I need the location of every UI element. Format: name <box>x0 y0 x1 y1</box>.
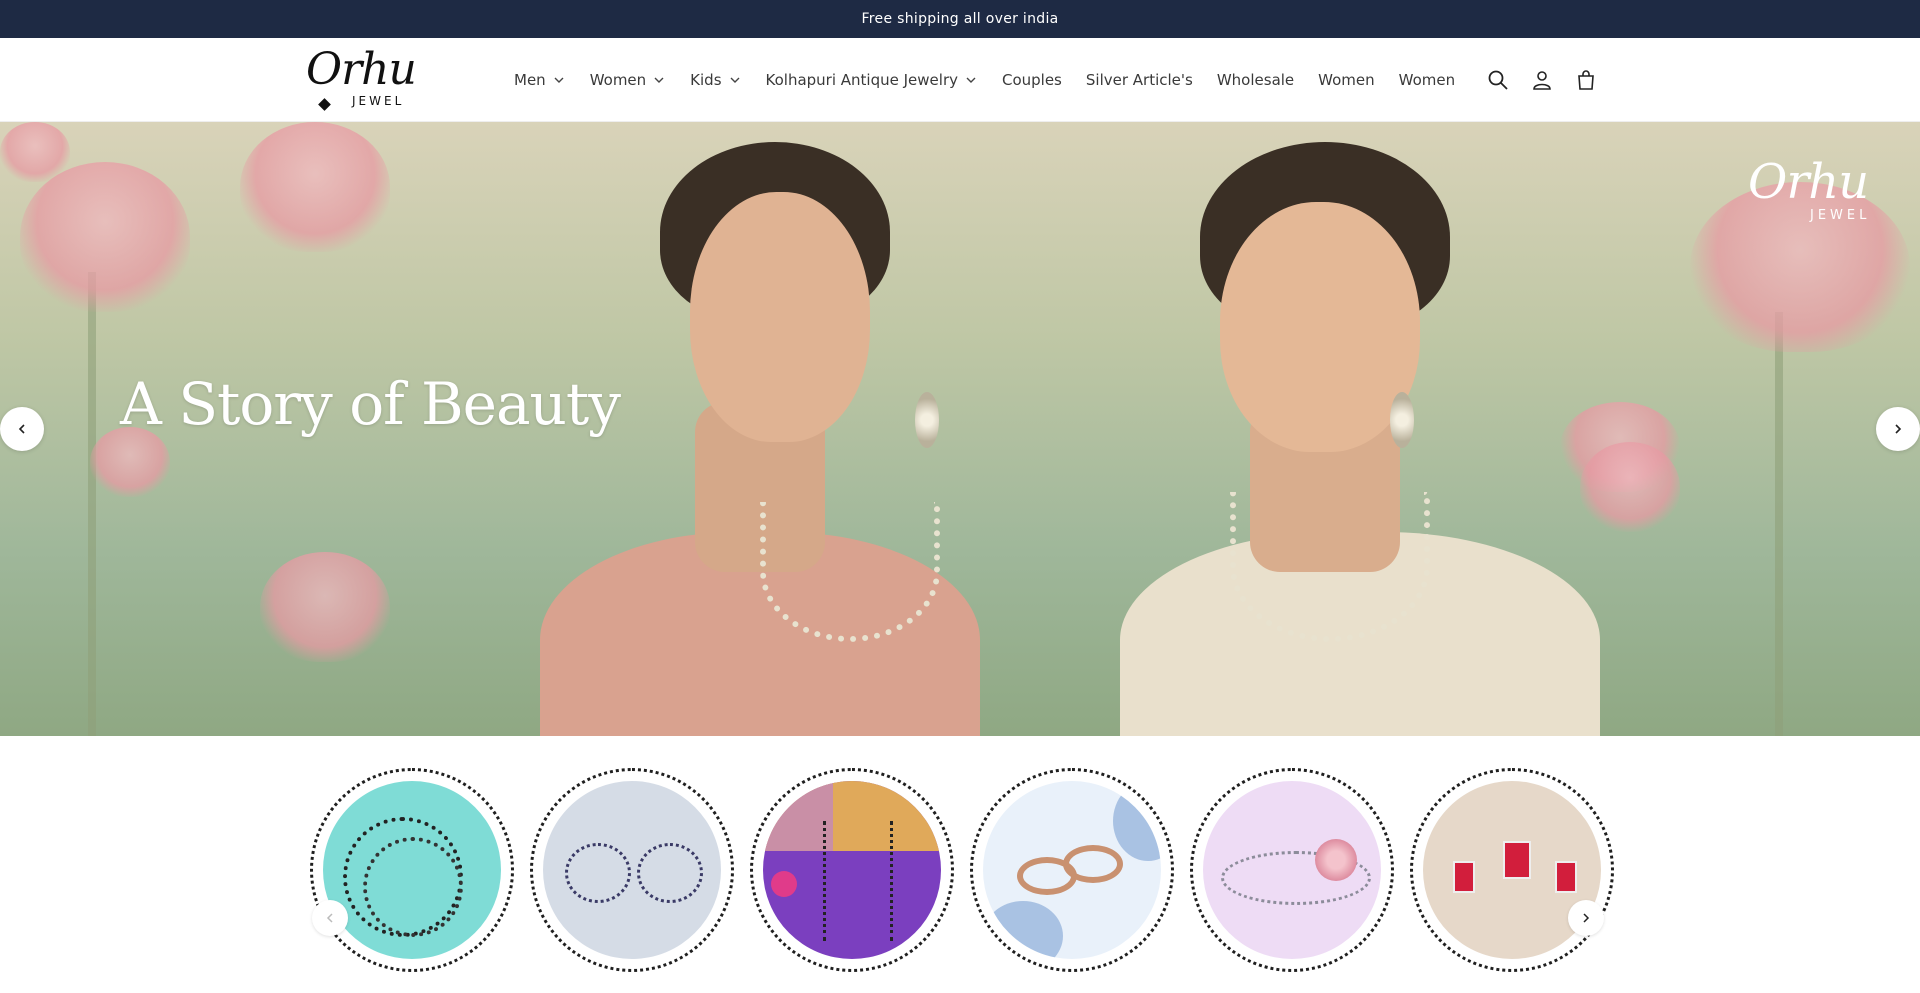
chevron-down-icon <box>552 73 566 87</box>
header-icons <box>1486 38 1618 122</box>
lotus-stem <box>1775 312 1783 736</box>
category-item-pendant-set[interactable] <box>1410 768 1614 972</box>
hero-banner: A Story of Beauty Orhu JEWEL <box>0 122 1920 736</box>
logo-diamond-icon <box>318 98 331 111</box>
hero-logo-sub: JEWEL <box>1810 208 1871 223</box>
nav-item-label: Men <box>514 71 546 89</box>
category-next-button[interactable] <box>1568 900 1604 936</box>
nav-item-label: Women <box>1398 71 1456 89</box>
nav-item-label: Wholesale <box>1216 71 1295 89</box>
main-nav: Men Women Kids Kolhapuri Antique Jewelry… <box>502 38 1467 122</box>
bracelet-image <box>1203 781 1381 959</box>
nav-item-silver-articles[interactable]: Silver Article's <box>1086 71 1193 89</box>
hero-title: A Story of Beauty <box>120 370 621 438</box>
hero-watermark-logo: Orhu JEWEL <box>1748 154 1898 234</box>
model-right <box>1100 142 1600 736</box>
chevron-down-icon <box>728 73 742 87</box>
couple-rings-image <box>983 781 1161 959</box>
nav-item-men[interactable]: Men <box>514 71 566 89</box>
nav-item-couples[interactable]: Couples <box>1002 71 1062 89</box>
nav-item-kids[interactable]: Kids <box>690 71 741 89</box>
nav-item-label: Silver Article's <box>1085 71 1193 89</box>
hero-logo-script: Orhu <box>1748 154 1869 210</box>
category-item-anklets-pair[interactable] <box>530 768 734 972</box>
lotus-stem <box>88 272 96 736</box>
anklets-pair-image <box>543 781 721 959</box>
category-item-couple-rings[interactable] <box>970 768 1174 972</box>
nav-item-label: Kids <box>690 71 722 89</box>
announcement-text: Free shipping all over india <box>861 11 1059 27</box>
nav-item-label: Kolhapuri Antique Jewelry <box>765 71 958 89</box>
lotus-flower <box>20 162 190 312</box>
chevron-down-icon <box>964 73 978 87</box>
nav-item-label: Couples <box>1001 71 1062 89</box>
anklet-black-beads-image <box>323 781 501 959</box>
nav-item-women-2[interactable]: Women <box>1318 71 1374 89</box>
chevron-down-icon <box>652 73 666 87</box>
category-item-anklet[interactable] <box>310 768 514 972</box>
account-icon[interactable] <box>1530 68 1554 92</box>
category-item-bracelet[interactable] <box>1190 768 1394 972</box>
chevron-left-icon <box>326 913 333 923</box>
search-icon[interactable] <box>1486 68 1510 92</box>
category-item-mangalsutra[interactable] <box>750 768 954 972</box>
nav-item-label: Women <box>1318 71 1375 89</box>
announcement-bar: Free shipping all over india <box>0 0 1920 38</box>
lotus-flower <box>0 122 70 182</box>
chevron-left-icon <box>18 424 25 434</box>
lotus-flower <box>260 552 390 662</box>
nav-item-kolhapuri-antique-jewelry[interactable]: Kolhapuri Antique Jewelry <box>766 71 978 89</box>
nav-item-label: Women <box>589 71 647 89</box>
nav-item-wholesale[interactable]: Wholesale <box>1217 71 1294 89</box>
category-carousel <box>306 768 1614 976</box>
category-prev-button[interactable] <box>312 900 348 936</box>
brand-logo-sub: JEWEL <box>352 94 405 108</box>
brand-logo-script: Orhu <box>306 44 417 95</box>
chevron-right-icon <box>1583 913 1590 923</box>
hero-next-button[interactable] <box>1876 407 1920 451</box>
site-header: Orhu JEWEL Men Women Kids Kolhapuri Anti… <box>0 38 1920 122</box>
model-left <box>540 142 980 736</box>
hero-prev-button[interactable] <box>0 407 44 451</box>
nav-item-women[interactable]: Women <box>590 71 666 89</box>
cart-icon[interactable] <box>1574 68 1598 92</box>
nav-item-women-3[interactable]: Women <box>1399 71 1455 89</box>
brand-logo[interactable]: Orhu JEWEL <box>306 44 432 114</box>
chevron-right-icon <box>1895 424 1902 434</box>
lotus-flower <box>240 122 390 252</box>
mangalsutra-image <box>763 781 941 959</box>
